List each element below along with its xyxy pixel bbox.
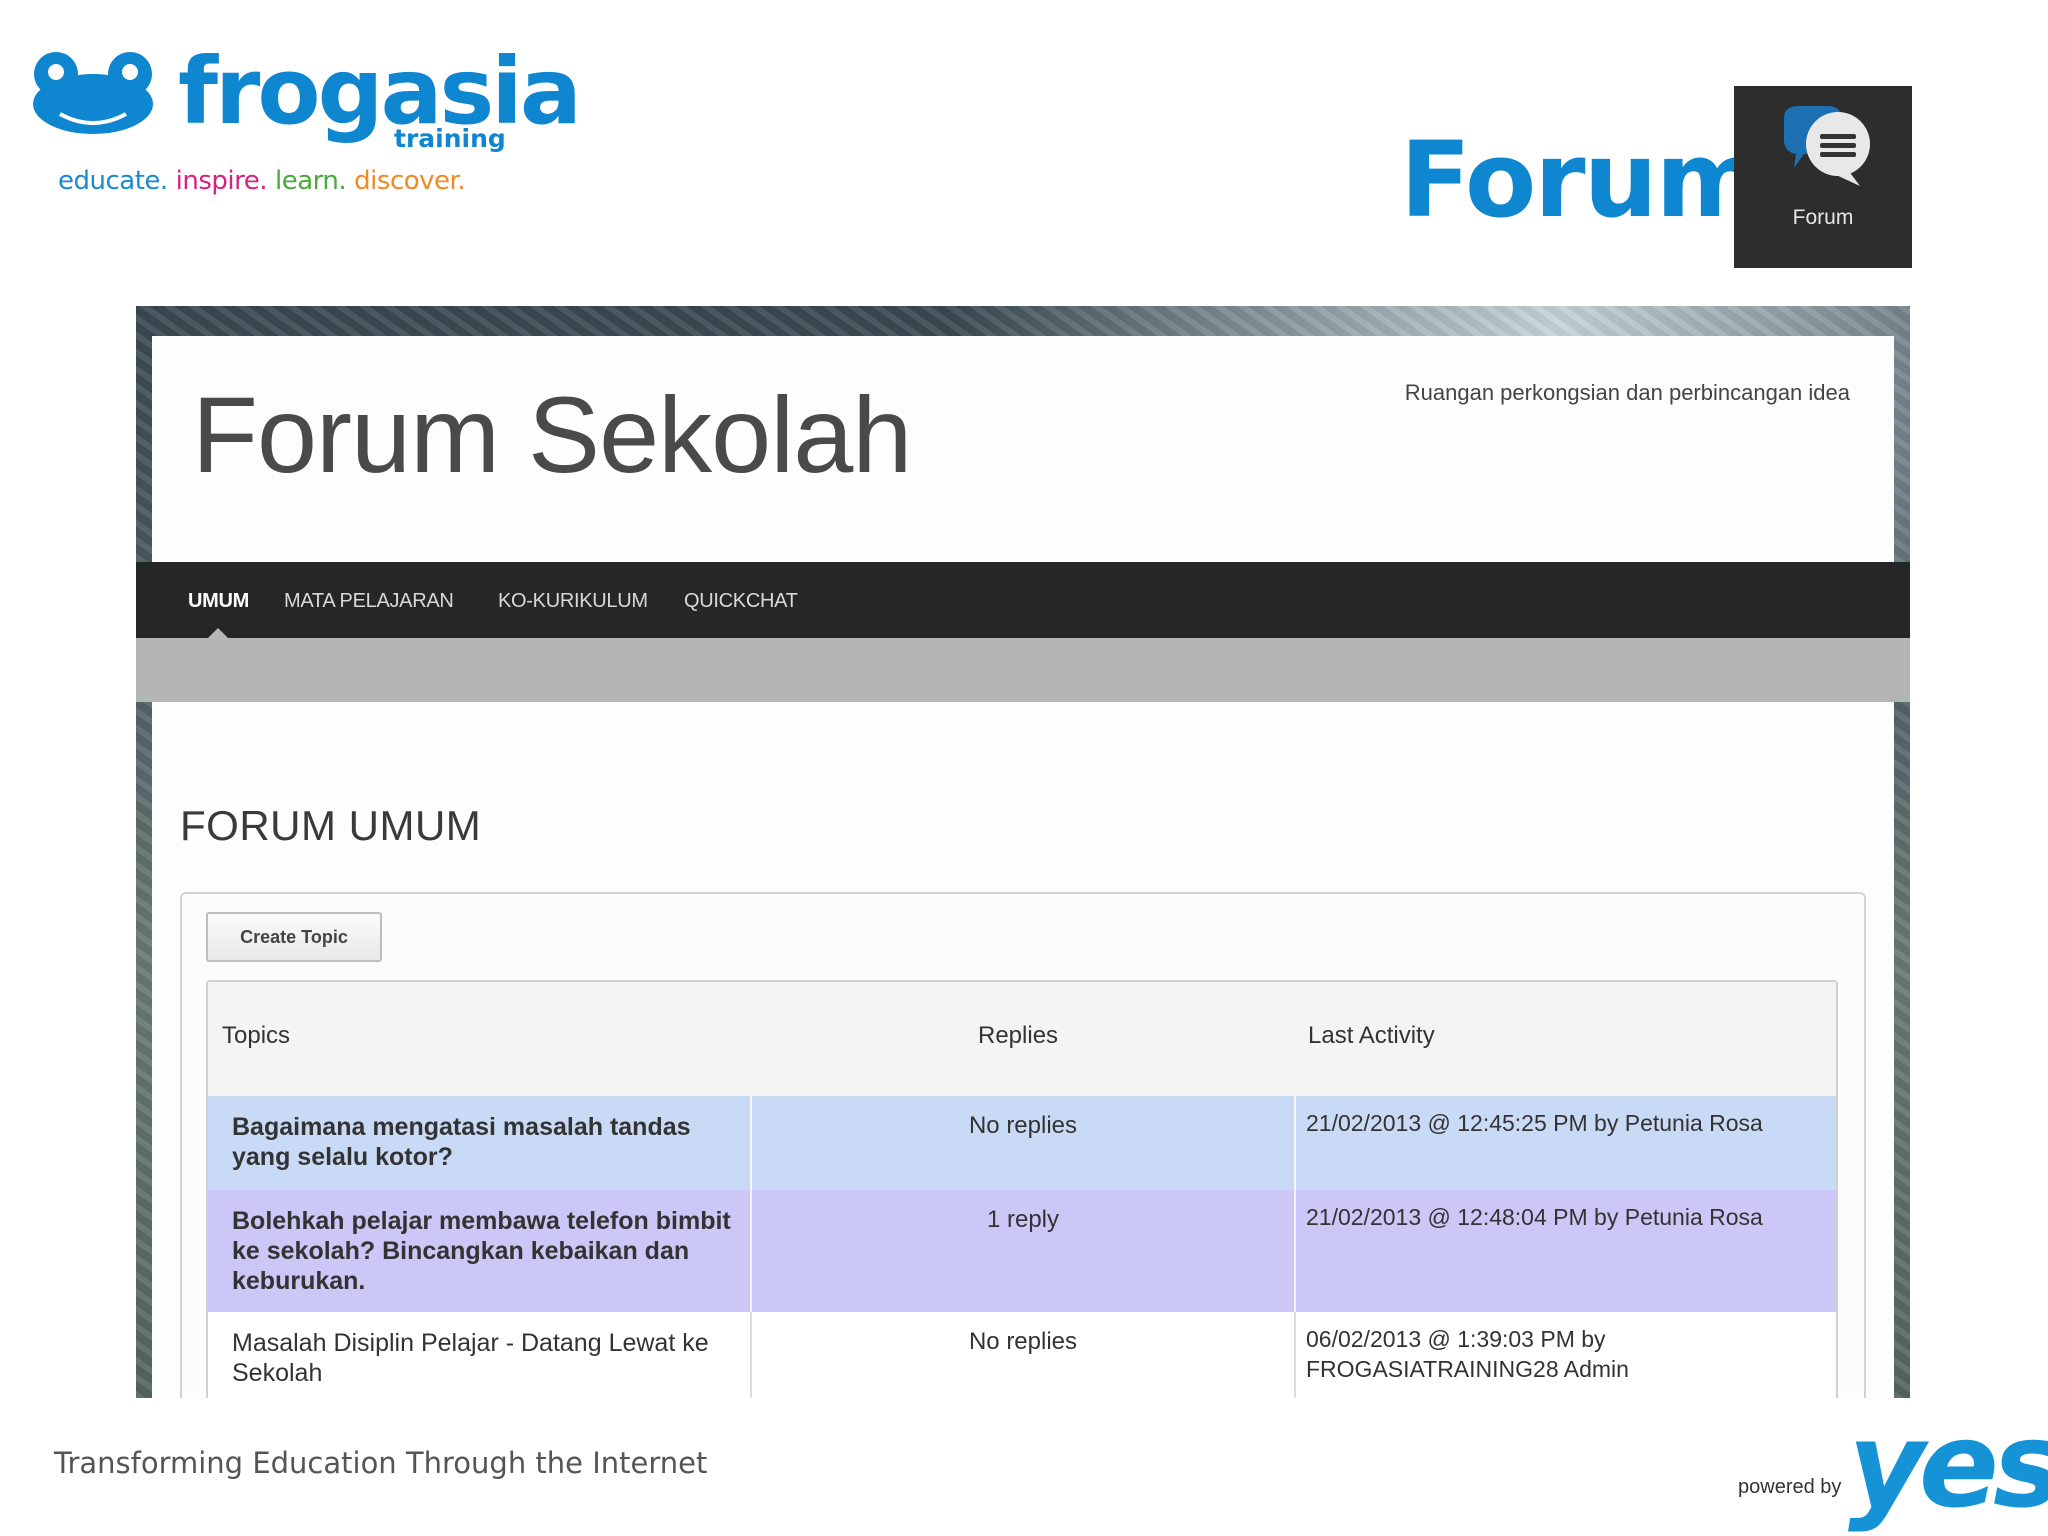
nav-item-quickchat[interactable]: QUICKCHAT [684,562,798,638]
site-title: Forum Sekolah [192,374,912,495]
nav-item-mata-pelajaran[interactable]: MATA PELAJARAN [284,562,454,638]
sub-nav-bar [136,638,1910,702]
brand-tagline: educate. inspire. learn. discover. [58,166,473,196]
forum-screenshot: Forum Sekolah Ruangan perkongsian dan pe… [136,306,1910,1398]
nav-item-ko-kurikulum[interactable]: KO-KURIKULUM [498,562,648,638]
topic-link[interactable]: Bolehkah pelajar membawa telefon bimbit … [232,1206,752,1296]
site-header: Forum Sekolah Ruangan perkongsian dan pe… [152,336,1894,564]
last-activity: 21/02/2013 @ 12:48:04 PM by Petunia Rosa [1306,1204,1763,1230]
active-tab-caret [206,628,230,640]
reply-count: 1 reply [986,1206,1060,1233]
tagline-word: discover. [354,166,466,196]
section-title: FORUM UMUM [180,802,482,849]
powered-by-label: powered by [1738,1476,1842,1498]
app-tile-label: Forum [1792,206,1854,229]
topics-table: Topics Replies Last Activity Bagaimana m… [206,980,1838,1398]
column-header-last-activity[interactable]: Last Activity [1308,1022,1435,1050]
frog-icon [33,52,153,134]
tagline-word: educate. [58,166,168,196]
table-header: Topics Replies Last Activity [208,982,1836,1096]
column-header-topics[interactable]: Topics [222,1022,290,1050]
tagline-word: learn. [275,166,347,196]
brand-subtitle: training [394,124,506,153]
yes-logo: yes [1848,1396,2048,1534]
brand-name: frogasia [178,38,582,145]
forum-app-tile: Forum [1734,86,1912,268]
reply-count: No replies [968,1328,1078,1355]
site-description: Ruangan perkongsian dan perbincangan ide… [1404,380,1850,405]
last-activity: 21/02/2013 @ 12:45:25 PM by Petunia Rosa [1306,1110,1763,1136]
table-row[interactable]: Bolehkah pelajar membawa telefon bimbit … [208,1190,1836,1312]
content-area: FORUM UMUM Create Topic Topics Replies L… [152,702,1894,1398]
topic-link[interactable]: Masalah Disiplin Pelajar - Datang Lewat … [232,1328,752,1388]
table-row[interactable]: Bagaimana mengatasi masalah tandas yang … [208,1096,1836,1190]
slide-title: Forum [1400,119,1764,241]
main-nav: UMUM MATA PELAJARAN KO-KURIKULUM QUICKCH… [136,562,1910,638]
table-row[interactable]: Masalah Disiplin Pelajar - Datang Lewat … [208,1312,1836,1398]
create-topic-button[interactable]: Create Topic [206,912,382,962]
column-header-replies[interactable]: Replies [978,1022,1058,1050]
reply-count: No replies [968,1112,1078,1139]
frogasia-logo: frogasia training educate. inspire. learn.… [28,38,582,206]
topic-link[interactable]: Bagaimana mengatasi masalah tandas yang … [232,1112,752,1172]
tagline-word: inspire. [175,166,268,196]
last-activity: 06/02/2013 @ 1:39:03 PM by FROGASIATRAIN… [1306,1326,1629,1382]
column-divider [1294,1312,1296,1398]
column-divider [1294,1190,1296,1312]
forum-panel: Create Topic Topics Replies Last Activit… [180,892,1866,1398]
column-divider [750,1096,752,1190]
speech-bubbles-icon [1784,106,1870,186]
nav-item-umum[interactable]: UMUM [188,562,249,638]
footer-tagline: Transforming Education Through the Inter… [54,1446,708,1480]
column-divider [1294,1096,1296,1190]
